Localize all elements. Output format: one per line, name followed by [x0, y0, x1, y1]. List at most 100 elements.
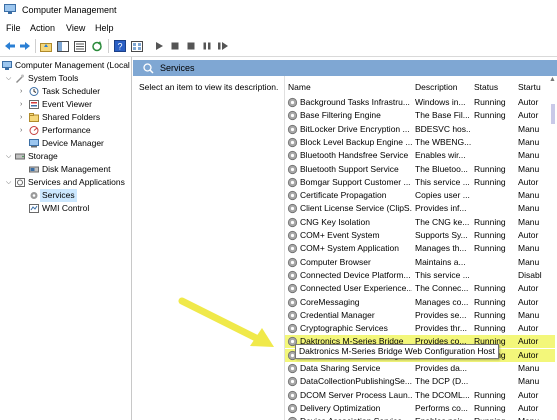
service-gear-icon: [287, 270, 298, 280]
service-description: Performs co...: [415, 402, 468, 413]
service-name: BitLocker Drive Encryption ...: [300, 123, 410, 134]
description-pane: Select an item to view its description.: [133, 76, 285, 420]
pause-service-button[interactable]: [200, 39, 214, 53]
services-header-title: Services: [160, 63, 195, 73]
service-startup-type: Autor: [518, 402, 539, 413]
up-folder-button[interactable]: [39, 39, 53, 53]
service-name: Certificate Propagation: [300, 190, 387, 201]
service-description: Supports Sy...: [415, 230, 468, 240]
service-description: Copies user ...: [415, 190, 470, 201]
service-row[interactable]: Bluetooth Support Service The Bluetoo... R…: [285, 163, 555, 176]
service-gear-icon: [288, 417, 297, 420]
service-row[interactable]: Base Filtering Engine The Base Fil... Runn…: [285, 109, 555, 122]
service-row[interactable]: COM+ System Application Manages th... Runn…: [285, 242, 555, 255]
service-description: Provides se...: [415, 309, 467, 320]
service-row[interactable]: Certificate Propagation Copies user ... Ma…: [285, 189, 555, 202]
menu-file[interactable]: File: [6, 23, 21, 33]
folder-up-icon: [40, 42, 52, 52]
restart-service-button[interactable]: [216, 39, 230, 53]
console-tree-icon: [57, 40, 69, 52]
help-icon: ?: [114, 40, 126, 52]
properties-button[interactable]: [130, 39, 144, 53]
annotation-arrow: [178, 297, 274, 347]
service-row[interactable]: BitLocker Drive Encryption ... BDESVC hos…: [285, 123, 555, 136]
service-status: Running: [474, 296, 506, 307]
column-header-name[interactable]: Name: [288, 80, 311, 94]
column-header-status[interactable]: Status: [474, 80, 498, 94]
service-row[interactable]: CoreMessaging Manages co... Running Autor: [285, 296, 555, 309]
refresh-button[interactable]: [90, 39, 104, 53]
services-apps-icon: [15, 178, 25, 187]
collapse-chevron-icon[interactable]: ⌵: [6, 150, 14, 163]
service-name: Background Tasks Infrastru...: [300, 97, 410, 107]
computer-management-icon: [4, 4, 16, 14]
menu-view[interactable]: View: [66, 23, 85, 33]
window-title: Computer Management: [22, 5, 117, 15]
service-name: Data Sharing Service: [300, 363, 381, 373]
play-icon: [156, 42, 163, 50]
service-startup-type: Autor: [518, 110, 539, 121]
show-hide-tree-button[interactable]: [56, 39, 70, 53]
help-button[interactable]: ?: [113, 39, 127, 53]
stop-all-button[interactable]: [184, 39, 198, 53]
expand-chevron-icon[interactable]: ›: [20, 85, 28, 98]
service-row[interactable]: Bluetooth Handsfree Service Enables wir..…: [285, 149, 555, 162]
service-row[interactable]: Connected Device Platform... This service…: [285, 269, 555, 282]
service-row[interactable]: Background Tasks Infrastru... Windows in.…: [285, 96, 555, 109]
service-row[interactable]: Block Level Backup Engine ... The WBENG..…: [285, 136, 555, 149]
service-row[interactable]: Delivery Optimization Performs co... Runni…: [285, 402, 555, 415]
service-row[interactable]: Client License Service (ClipS... Provides…: [285, 202, 555, 215]
service-row[interactable]: DataCollectionPublishingSe... The DCP (D.…: [285, 375, 555, 388]
column-header-startup-type[interactable]: Startu: [518, 80, 541, 94]
expand-chevron-icon[interactable]: ›: [20, 98, 28, 111]
service-row[interactable]: Cryptographic Services Provides thr... Run…: [285, 322, 555, 335]
service-row[interactable]: DCOM Server Process Laun... The DCOML... R…: [285, 389, 555, 402]
toolbar-separator: [35, 39, 36, 53]
service-row[interactable]: Device Association ServiceEnables pair..…: [285, 415, 555, 420]
service-row[interactable]: Computer Browser Maintains a... Manu: [285, 256, 555, 269]
service-description: This service ...: [415, 269, 470, 280]
service-description: Provides da...: [415, 363, 467, 373]
disk-icon: [29, 166, 39, 173]
menu-action[interactable]: Action: [30, 23, 55, 33]
service-row[interactable]: Credential Manager Provides se... Running M…: [285, 309, 555, 322]
service-gear-icon: [287, 164, 298, 174]
expand-chevron-icon[interactable]: ›: [20, 111, 28, 124]
service-gear-icon: [287, 284, 298, 294]
service-startup-type: Autor: [518, 336, 539, 347]
service-name: Computer Browser: [300, 256, 371, 267]
service-gear-icon: [287, 137, 298, 147]
service-description: Enables wir...: [415, 150, 466, 161]
back-button[interactable]: [3, 39, 17, 53]
service-name: CoreMessaging: [300, 296, 360, 307]
forward-button[interactable]: [18, 39, 32, 53]
service-startup-type: Manu: [518, 203, 540, 214]
start-service-button[interactable]: [152, 39, 166, 53]
service-row[interactable]: COM+ Event System Supports Sy... Running Au…: [285, 229, 555, 242]
expand-chevron-icon[interactable]: ›: [20, 124, 28, 137]
service-status: Running: [474, 230, 506, 240]
service-startup-type: Autor: [518, 296, 539, 307]
service-row[interactable]: Data Sharing Service Provides da... Manu: [285, 362, 555, 375]
service-name: CNG Key Isolation: [300, 216, 370, 227]
stop-icon: [171, 42, 179, 50]
export-list-button[interactable]: [73, 39, 87, 53]
toolbar-separator: [108, 39, 109, 53]
forward-arrow-icon: [20, 42, 30, 50]
service-gear-icon: [287, 190, 298, 201]
service-status: Running: [474, 216, 506, 227]
scroll-up-arrow-icon[interactable]: ▲: [549, 76, 557, 86]
collapse-chevron-icon[interactable]: ⌵: [6, 72, 14, 85]
service-row[interactable]: Bomgar Support Customer ... This service …: [285, 176, 555, 189]
service-row[interactable]: Connected User Experience... The Connec..…: [285, 282, 555, 295]
service-gear-icon: [287, 111, 298, 121]
stop-service-button[interactable]: [168, 39, 182, 53]
services-list: ▲ Name Description Status Startu Backgro…: [285, 76, 557, 420]
menu-help[interactable]: Help: [95, 23, 114, 33]
stop-icon: [187, 42, 195, 50]
service-name: Base Filtering Engine: [300, 110, 381, 121]
service-startup-type: Manu: [518, 309, 540, 320]
collapse-chevron-icon[interactable]: ⌵: [6, 176, 14, 189]
column-header-description[interactable]: Description: [415, 80, 458, 94]
service-row[interactable]: CNG Key Isolation The CNG ke... Running Man…: [285, 216, 555, 229]
